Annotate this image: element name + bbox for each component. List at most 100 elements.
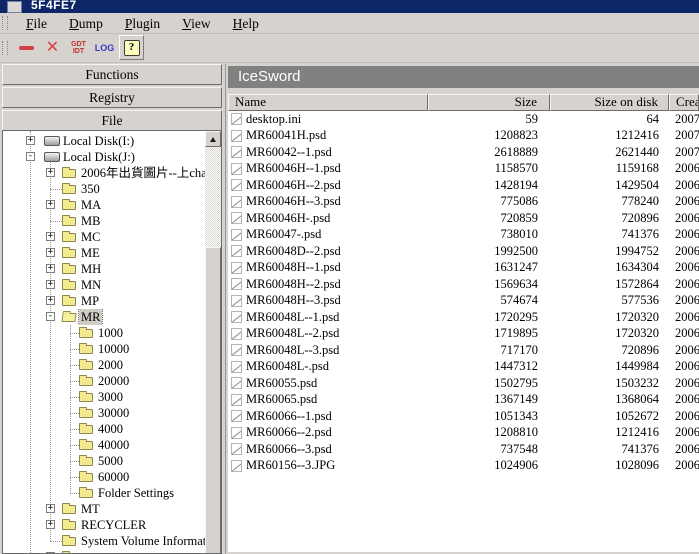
table-row[interactable]: MR60046H--1.psd115857011591682006- bbox=[228, 161, 699, 178]
tree-item-me[interactable]: + ME bbox=[3, 245, 207, 261]
menu-plugin[interactable]: Plugin bbox=[114, 14, 171, 33]
tree-item-3000[interactable]: 3000 bbox=[3, 389, 207, 405]
scroll-up-button[interactable] bbox=[205, 131, 221, 147]
gdt-idt-button[interactable]: GDT IDT bbox=[67, 36, 90, 59]
tree-item-label[interactable]: 20000 bbox=[96, 373, 131, 389]
expand-icon[interactable]: + bbox=[46, 200, 55, 209]
toolbar-gripper[interactable] bbox=[2, 41, 8, 55]
tree-item-1000[interactable]: 1000 bbox=[3, 325, 207, 341]
sidebar-button-registry[interactable]: Registry bbox=[2, 87, 222, 108]
menubar-gripper[interactable] bbox=[2, 16, 8, 30]
table-row[interactable]: MR60046H--2.psd142819414295042006- bbox=[228, 177, 699, 194]
expand-icon[interactable]: + bbox=[46, 168, 55, 177]
scrollbar-thumb[interactable] bbox=[205, 247, 221, 554]
expand-icon[interactable]: + bbox=[46, 248, 55, 257]
kill-button[interactable] bbox=[15, 36, 38, 59]
expand-icon[interactable]: + bbox=[46, 296, 55, 305]
table-row[interactable]: MR60042--1.psd261888926214402007- bbox=[228, 144, 699, 161]
tree-item-label[interactable]: 40000 bbox=[96, 437, 131, 453]
expand-icon[interactable]: + bbox=[46, 280, 55, 289]
tree-item-mt[interactable]: + MT bbox=[3, 501, 207, 517]
tree-item-local-disk-i-[interactable]: +Local Disk(I:) bbox=[3, 133, 207, 149]
tree-item-mb[interactable]: MB bbox=[3, 213, 207, 229]
expand-icon[interactable]: + bbox=[46, 520, 55, 529]
tree-item-recycler[interactable]: + RECYCLER bbox=[3, 517, 207, 533]
table-row[interactable]: MR60046H--3.psd7750867782402006- bbox=[228, 194, 699, 211]
expand-icon[interactable]: + bbox=[46, 264, 55, 273]
tree-item-local-disk-j-[interactable]: - Local Disk(J:) bbox=[3, 149, 207, 165]
tree-item-5000[interactable]: 5000 bbox=[3, 453, 207, 469]
tree-item-30000[interactable]: 30000 bbox=[3, 405, 207, 421]
table-row[interactable]: MR60055.psd150279515032322006- bbox=[228, 375, 699, 392]
sidebar-button-file[interactable]: File bbox=[2, 110, 222, 131]
table-row[interactable]: desktop.ini59642007- bbox=[228, 111, 699, 128]
tree-item-ma[interactable]: + MA bbox=[3, 197, 207, 213]
tree-item-label[interactable]: Local Disk(I:) bbox=[61, 133, 136, 149]
table-row[interactable]: MR60046H-.psd7208597208962006- bbox=[228, 210, 699, 227]
delete-button[interactable]: ✕ bbox=[41, 36, 64, 59]
tree-item-40000[interactable]: 40000 bbox=[3, 437, 207, 453]
column-header-name[interactable]: Name bbox=[228, 94, 428, 111]
menu-dump[interactable]: Dump bbox=[58, 14, 114, 33]
column-header-created[interactable]: Creat bbox=[669, 94, 699, 111]
tree-item-folder-settings[interactable]: Folder Settings bbox=[3, 485, 207, 501]
table-row[interactable]: MR60065.psd136714913680642006- bbox=[228, 392, 699, 409]
tree-item-label[interactable]: 3000 bbox=[96, 389, 125, 405]
tree-item-label[interactable]: MN bbox=[79, 277, 103, 293]
tree-item-label[interactable]: RECYCLER bbox=[79, 517, 148, 533]
tree-item-label[interactable]: 4000 bbox=[96, 421, 125, 437]
tree-item-label[interactable]: System Volume Informatio bbox=[79, 533, 207, 549]
tree-item-label[interactable]: MR bbox=[79, 309, 102, 325]
menu-view[interactable]: View bbox=[171, 14, 221, 33]
sidebar-button-functions[interactable]: Functions bbox=[2, 64, 222, 85]
tree-item-label[interactable]: 350 bbox=[79, 181, 102, 197]
tree-item-label[interactable]: 2006年出貨圖片--上char bbox=[79, 165, 207, 181]
menu-file[interactable]: File bbox=[15, 14, 58, 33]
table-row[interactable]: MR60066--2.psd120881012124162006- bbox=[228, 425, 699, 442]
tree-item-label[interactable]: 2000 bbox=[96, 357, 125, 373]
tree-item[interactable]: + bbox=[3, 549, 207, 554]
tree-item-mh[interactable]: + MH bbox=[3, 261, 207, 277]
table-row[interactable]: MR60048L--2.psd171989517203202006- bbox=[228, 326, 699, 343]
tree-scrollbar[interactable] bbox=[205, 131, 221, 553]
expand-icon[interactable]: + bbox=[46, 232, 55, 241]
tree-item-60000[interactable]: 60000 bbox=[3, 469, 207, 485]
tree-item-label[interactable]: 30000 bbox=[96, 405, 131, 421]
table-row[interactable]: MR60048H--3.psd5746745775362006- bbox=[228, 293, 699, 310]
tree-item-mn[interactable]: + MN bbox=[3, 277, 207, 293]
column-header-size[interactable]: Size bbox=[428, 94, 550, 111]
column-header-size-on-disk[interactable]: Size on disk bbox=[550, 94, 669, 111]
table-row[interactable]: MR60048L--3.psd7171707208962006- bbox=[228, 342, 699, 359]
title-bar[interactable]: 5F4FE7 bbox=[0, 0, 699, 13]
tree-item-10000[interactable]: 10000 bbox=[3, 341, 207, 357]
tree-item-2000[interactable]: 2000 bbox=[3, 357, 207, 373]
table-row[interactable]: MR60048D--2.psd199250019947522006- bbox=[228, 243, 699, 260]
table-row[interactable]: MR60048H--2.psd156963415728642006- bbox=[228, 276, 699, 293]
collapse-icon[interactable]: - bbox=[46, 312, 55, 321]
table-row[interactable]: MR60041H.psd120882312124162007- bbox=[228, 128, 699, 145]
collapse-icon[interactable]: - bbox=[26, 152, 35, 161]
tree-item-label[interactable]: 1000 bbox=[96, 325, 125, 341]
tree-item-label[interactable]: Local Disk(J:) bbox=[61, 149, 137, 165]
table-row[interactable]: MR60066--1.psd105134310526722006- bbox=[228, 408, 699, 425]
tree-item-label[interactable]: MP bbox=[79, 293, 101, 309]
tree-item-label[interactable]: MB bbox=[79, 213, 102, 229]
tree-item-mc[interactable]: + MC bbox=[3, 229, 207, 245]
tree-item-350[interactable]: 350 bbox=[3, 181, 207, 197]
table-row[interactable]: MR60047-.psd7380107413762006- bbox=[228, 227, 699, 244]
tree-item-label[interactable]: MA bbox=[79, 197, 103, 213]
tree-item-4000[interactable]: 4000 bbox=[3, 421, 207, 437]
tree-item-mr[interactable]: - MR bbox=[3, 309, 207, 325]
tree-item-label[interactable]: MC bbox=[79, 229, 102, 245]
tree-item-label[interactable]: MT bbox=[79, 501, 102, 517]
table-row[interactable]: MR60048L--1.psd172029517203202006- bbox=[228, 309, 699, 326]
tree-item-label[interactable]: MH bbox=[79, 261, 103, 277]
tree-item-label[interactable]: Folder Settings bbox=[96, 485, 176, 501]
help-button[interactable]: ? bbox=[119, 35, 144, 60]
tree-item-label[interactable]: ME bbox=[79, 245, 102, 261]
table-row[interactable]: MR60156--3.JPG102490610280962006- bbox=[228, 458, 699, 475]
tree-item-label[interactable]: 10000 bbox=[96, 341, 131, 357]
tree-item-system-volume-informatio[interactable]: System Volume Informatio bbox=[3, 533, 207, 549]
tree-item-2006-char[interactable]: +2006年出貨圖片--上char bbox=[3, 165, 207, 181]
expand-icon[interactable]: + bbox=[46, 504, 55, 513]
